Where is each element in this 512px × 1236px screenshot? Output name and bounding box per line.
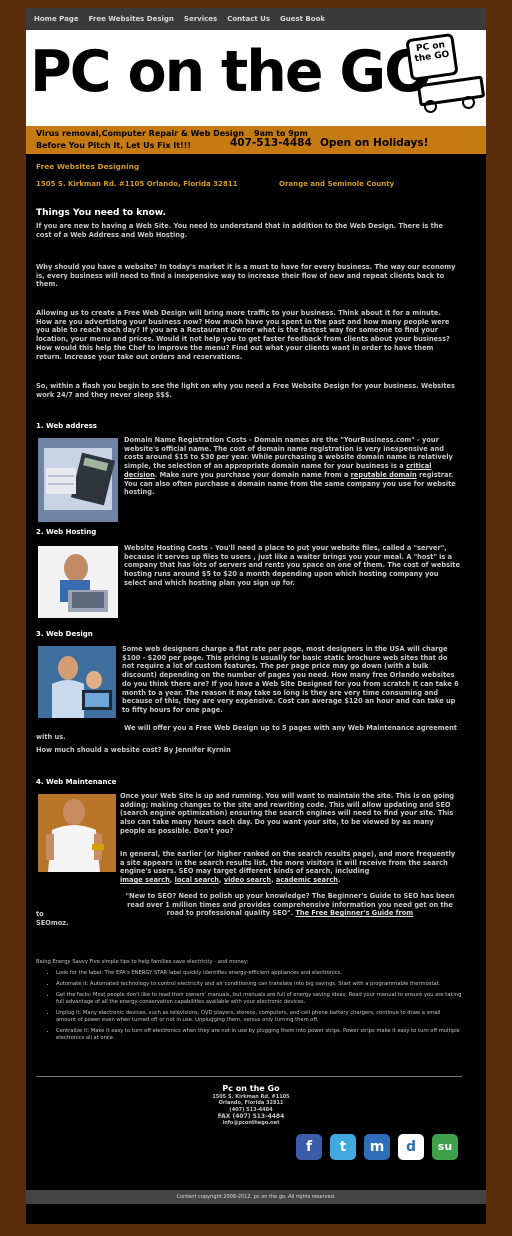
intro-paragraph: So, within a flash you begin to see the … xyxy=(36,382,455,399)
beginners-guide-link[interactable]: The Free Beginner's Guide from xyxy=(295,909,413,917)
wheel-icon xyxy=(462,96,475,109)
energy-tip-item: Get the facts: Most people don't like to… xyxy=(56,992,462,1006)
header-banner: PC on the GO PC on the GO xyxy=(26,30,486,126)
wheel-icon xyxy=(424,100,437,113)
section-web-maintenance-text: Once your Web Site is up and running. Yo… xyxy=(120,792,455,835)
phone-text: 407-513-4484 xyxy=(230,137,312,149)
reputable-domain-link[interactable]: reputable domain xyxy=(351,471,417,479)
nav-free-websites-design[interactable]: Free Websites Design xyxy=(89,15,174,23)
top-navigation: Home Page Free Websites Design Services … xyxy=(26,8,486,30)
section-web-hosting-title: 2. Web Hosting xyxy=(36,528,97,536)
facebook-icon[interactable]: f xyxy=(296,1134,322,1160)
website-cost-text: How much should a website cost? xyxy=(36,746,162,754)
website-cost-question: How much should a website cost? By Jenni… xyxy=(36,746,460,755)
web-address-text-a: Domain Name Registration Costs - Domain … xyxy=(124,436,453,471)
intro-paragraph: If you are new to having a Web Site. You… xyxy=(36,222,443,239)
seo-paragraph: In general, the earlier (or higher ranke… xyxy=(120,850,456,885)
page-title: Free Websites Designing xyxy=(36,162,140,171)
free-design-offer-text: We will offer you a Free Web Design up t… xyxy=(36,724,457,741)
section-web-hosting-text: Website Hosting Costs - You'll need a pl… xyxy=(124,544,460,587)
seo-to-text: to xyxy=(36,910,44,918)
section-web-address-text: Domain Name Registration Costs - Domain … xyxy=(124,436,460,497)
nav-guest-book[interactable]: Guest Book xyxy=(280,15,325,23)
web-address-text-b: . Make sure you purchase your domain nam… xyxy=(154,470,349,479)
site-logo-text: PC on the GO xyxy=(30,39,433,105)
copyright-bar: Content copyright 2008-2012. pc on the g… xyxy=(26,1190,486,1204)
nav-home[interactable]: Home Page xyxy=(34,15,79,23)
energy-tip-item: Centralize it: Make it easy to turn off … xyxy=(56,1028,462,1042)
intro-heading: Things You need to know. xyxy=(36,208,166,218)
main-content: Free Websites Designing 1505 S. Kirkman … xyxy=(26,154,486,1184)
page-container: Home Page Free Websites Design Services … xyxy=(26,8,486,1224)
delicious-icon[interactable]: d xyxy=(398,1134,424,1160)
image-search-link[interactable]: image search xyxy=(120,876,170,884)
seomoz-text: SEOmoz. xyxy=(36,919,69,927)
services-text: Virus removal,Computer Repair & Web Desi… xyxy=(36,129,245,138)
energy-tip-item: Automate it: Automated technology to con… xyxy=(56,981,462,988)
nav-contact-us[interactable]: Contact Us xyxy=(227,15,270,23)
section-web-design-text: Some web designers charge a flat rate pe… xyxy=(122,645,459,714)
section-web-design-title: 3. Web Design xyxy=(36,630,93,638)
laptop-image xyxy=(38,546,118,618)
energy-tip-item: Unplug it: Many electronic devices, such… xyxy=(56,1010,462,1024)
author-text: By Jennifer Kyrnin xyxy=(163,746,231,754)
myspace-icon[interactable]: m xyxy=(364,1134,390,1160)
intro-paragraph: Allowing us to create a Free Web Design … xyxy=(36,309,450,361)
family-computer-image xyxy=(38,646,116,718)
nav-services[interactable]: Services xyxy=(184,15,217,23)
footer-contact: Pc on the Go 1505 S. Kirkman Rd. #1105 O… xyxy=(156,1084,346,1127)
energy-intro: Being Energy Savvy Five simple tips to h… xyxy=(36,959,249,965)
energy-tip-list: Look for the label: The EPA's ENERGY STA… xyxy=(36,970,462,1042)
address-text: 1505 S. Kirkman Rd. #1105 Orlando, Flori… xyxy=(36,180,238,188)
footer-email[interactable]: info@pconthego.net xyxy=(156,1120,346,1126)
calculator-image xyxy=(38,438,118,522)
county-text: Orange and Seminole County xyxy=(279,180,395,188)
academic-search-link[interactable]: academic search xyxy=(276,876,338,884)
footer-divider xyxy=(36,1076,462,1077)
energy-tips: Being Energy Savvy Five simple tips to h… xyxy=(36,959,462,1046)
intro-paragraph: Why should you have a website? In today'… xyxy=(36,263,456,289)
footer-fax: FAX (407) 513-4484 xyxy=(217,1112,285,1120)
section-web-maintenance-title: 4. Web Maintenance xyxy=(36,778,117,786)
computer-logo-icon: PC on the GO xyxy=(405,32,459,82)
info-bar: Virus removal,Computer Repair & Web Desi… xyxy=(26,126,486,154)
video-search-link[interactable]: video search xyxy=(224,876,271,884)
athlete-image xyxy=(38,794,116,872)
free-design-offer: We will offer you a Free Web Design up t… xyxy=(36,724,460,741)
local-search-link[interactable]: local search xyxy=(175,876,219,884)
energy-tip-item: Look for the label: The EPA's ENERGY STA… xyxy=(56,970,462,977)
stumbleupon-icon[interactable]: su xyxy=(432,1134,458,1160)
footer-business-name: Pc on the Go xyxy=(222,1084,280,1093)
slogan-text: Before You Pitch It, Let Us Fix It!!! xyxy=(36,141,192,150)
section-web-address-title: 1. Web address xyxy=(36,422,97,430)
holidays-text: Open on Holidays! xyxy=(320,137,429,149)
twitter-icon[interactable]: t xyxy=(330,1134,356,1160)
seo-guide-paragraph: "New to SEO? Need to polish up your know… xyxy=(120,892,460,918)
